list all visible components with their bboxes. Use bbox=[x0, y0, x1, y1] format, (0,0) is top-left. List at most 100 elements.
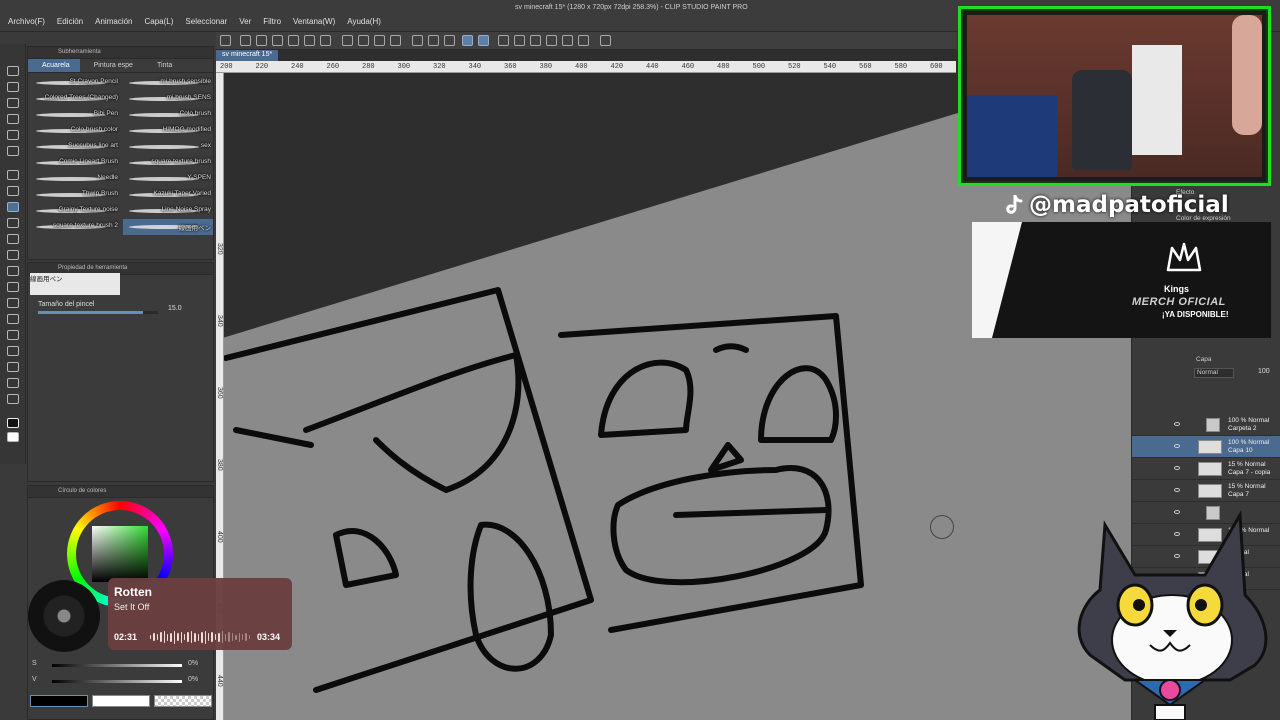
sub-color-box[interactable] bbox=[92, 695, 150, 707]
menu-edit[interactable]: Edición bbox=[57, 17, 83, 26]
flip-horizontal-icon[interactable] bbox=[498, 35, 509, 46]
fill-icon[interactable] bbox=[374, 35, 385, 46]
gradient-tool-icon[interactable] bbox=[7, 298, 19, 308]
v-slider[interactable] bbox=[52, 680, 182, 683]
fill-tool-icon[interactable] bbox=[7, 282, 19, 292]
undo-icon[interactable] bbox=[304, 35, 315, 46]
brush-size-slider[interactable] bbox=[38, 311, 158, 314]
auto-select-tool-icon[interactable] bbox=[7, 130, 19, 140]
brush-item[interactable]: Needle bbox=[30, 171, 120, 187]
brush-item[interactable]: Bibi Pen bbox=[30, 107, 120, 123]
layer-row[interactable]: 100 % Normal Capa 10 bbox=[1132, 436, 1280, 458]
clear-outside-icon[interactable] bbox=[358, 35, 369, 46]
brush-item[interactable]: Kazuki Taper Varied bbox=[123, 187, 213, 203]
pen-tool-icon[interactable] bbox=[7, 170, 19, 180]
tab-ink[interactable]: Tinta bbox=[143, 59, 182, 72]
open-icon[interactable] bbox=[256, 35, 267, 46]
balloon-tool-icon[interactable] bbox=[7, 378, 19, 388]
new-file-icon[interactable] bbox=[220, 35, 231, 46]
save-icon[interactable] bbox=[272, 35, 283, 46]
s-slider[interactable] bbox=[52, 664, 182, 667]
selection-launcher-icon[interactable] bbox=[444, 35, 455, 46]
saturation-value-square[interactable] bbox=[92, 526, 148, 582]
eraser-tool-icon[interactable] bbox=[7, 250, 19, 260]
blend-tool-icon[interactable] bbox=[7, 266, 19, 276]
eye-icon[interactable] bbox=[1174, 466, 1180, 470]
blend-mode-select[interactable]: Normal bbox=[1194, 368, 1234, 378]
layer-row[interactable]: 100 % Normal Carpeta 2 bbox=[1132, 414, 1280, 436]
menu-select[interactable]: Seleccionar bbox=[185, 17, 227, 26]
transparent-color-box[interactable] bbox=[154, 695, 212, 707]
brush-item[interactable]: square texture brush 2 bbox=[30, 219, 120, 235]
brush-item[interactable]: Succubus line art bbox=[30, 139, 120, 155]
brush-item[interactable]: mi brush SENS bbox=[123, 91, 213, 107]
pencil-tool-icon[interactable] bbox=[7, 186, 19, 196]
brush-item[interactable]: Comic Lineart Brush bbox=[30, 155, 120, 171]
rotate-icon[interactable] bbox=[514, 35, 525, 46]
redo-icon[interactable] bbox=[320, 35, 331, 46]
decoration-tool-icon[interactable] bbox=[7, 234, 19, 244]
zoom-icon[interactable] bbox=[546, 35, 557, 46]
text-tool-icon[interactable] bbox=[7, 362, 19, 372]
new-document-icon[interactable] bbox=[240, 35, 251, 46]
zoom-tool-icon[interactable] bbox=[7, 66, 19, 76]
eyedropper-tool-icon[interactable] bbox=[7, 146, 19, 156]
ruler-tick-label: 440 bbox=[216, 675, 223, 687]
figure-tool-icon[interactable] bbox=[7, 314, 19, 324]
tab-special-paint[interactable]: Pintura espe bbox=[80, 59, 143, 72]
brush-item[interactable]: Y-SPEN bbox=[123, 171, 213, 187]
move-tool-icon[interactable] bbox=[7, 98, 19, 108]
transform-icon[interactable] bbox=[390, 35, 401, 46]
layer-settings-icon[interactable] bbox=[600, 35, 611, 46]
sub-color-swatch[interactable] bbox=[7, 432, 19, 442]
brush-item[interactable]: 線画用ペン bbox=[123, 219, 213, 235]
selection-tool-icon[interactable] bbox=[7, 114, 19, 124]
eye-icon[interactable] bbox=[1174, 488, 1180, 492]
brush-item[interactable]: Colo brush color bbox=[30, 123, 120, 139]
brush-item[interactable]: Colo brush bbox=[123, 107, 213, 123]
main-color-box[interactable] bbox=[30, 695, 88, 707]
export-icon[interactable] bbox=[288, 35, 299, 46]
deselect-icon[interactable] bbox=[412, 35, 423, 46]
tab-watercolor[interactable]: Acuarela bbox=[28, 59, 80, 72]
brush-item[interactable]: Line Noise Spray bbox=[123, 203, 213, 219]
ruler-tool-icon[interactable] bbox=[7, 346, 19, 356]
menu-view[interactable]: Ver bbox=[239, 17, 251, 26]
snap-grid-icon[interactable] bbox=[562, 35, 573, 46]
brush-item[interactable]: sex bbox=[123, 139, 213, 155]
special-ruler-snap-icon[interactable] bbox=[478, 35, 489, 46]
brush-item[interactable]: HIMOG modified bbox=[123, 123, 213, 139]
eye-icon[interactable] bbox=[1174, 422, 1180, 426]
menu-window[interactable]: Ventana(W) bbox=[293, 17, 335, 26]
airbrush-tool-icon[interactable] bbox=[7, 218, 19, 228]
brush-item[interactable]: mi brush sensible bbox=[123, 75, 213, 91]
menu-file[interactable]: Archivo(F) bbox=[8, 17, 45, 26]
ruler-snap-icon[interactable] bbox=[462, 35, 473, 46]
main-color-swatch[interactable] bbox=[7, 418, 19, 428]
ruler-icon[interactable] bbox=[578, 35, 589, 46]
document-tab[interactable]: sv minecraft 15* bbox=[216, 50, 279, 61]
frame-tool-icon[interactable] bbox=[7, 330, 19, 340]
brush-item[interactable]: Colored Trees (Changed) bbox=[30, 91, 120, 107]
menu-filter[interactable]: Filtro bbox=[263, 17, 281, 26]
eye-icon[interactable] bbox=[1174, 444, 1180, 448]
opacity-value[interactable]: 100 bbox=[1258, 368, 1270, 375]
fit-icon[interactable] bbox=[530, 35, 541, 46]
brush-item[interactable]: square texture brush bbox=[123, 155, 213, 171]
brush-tool-icon[interactable] bbox=[7, 202, 19, 212]
layer-row[interactable]: 15 % Normal Capa 7 - copia bbox=[1132, 458, 1280, 480]
menu-layer[interactable]: Capa(L) bbox=[145, 17, 174, 26]
ruler-tick-label: 380 bbox=[539, 63, 553, 71]
menu-help[interactable]: Ayuda(H) bbox=[347, 17, 381, 26]
invert-selection-icon[interactable] bbox=[428, 35, 439, 46]
menu-animation[interactable]: Animación bbox=[95, 17, 132, 26]
correct-line-tool-icon[interactable] bbox=[7, 394, 19, 404]
brush-item[interactable]: Thwip Brush bbox=[30, 187, 120, 203]
brush-item[interactable]: Grainy Texture noise bbox=[30, 203, 120, 219]
brush-size-value[interactable]: 15.0 bbox=[168, 305, 182, 312]
clear-icon[interactable] bbox=[342, 35, 353, 46]
operation-tool-icon[interactable] bbox=[7, 82, 19, 92]
brush-item[interactable]: St Crayon Pencil bbox=[30, 75, 120, 91]
layer-name: Capa 7 bbox=[1228, 491, 1249, 498]
layer-row[interactable]: 15 % Normal Capa 7 bbox=[1132, 480, 1280, 502]
